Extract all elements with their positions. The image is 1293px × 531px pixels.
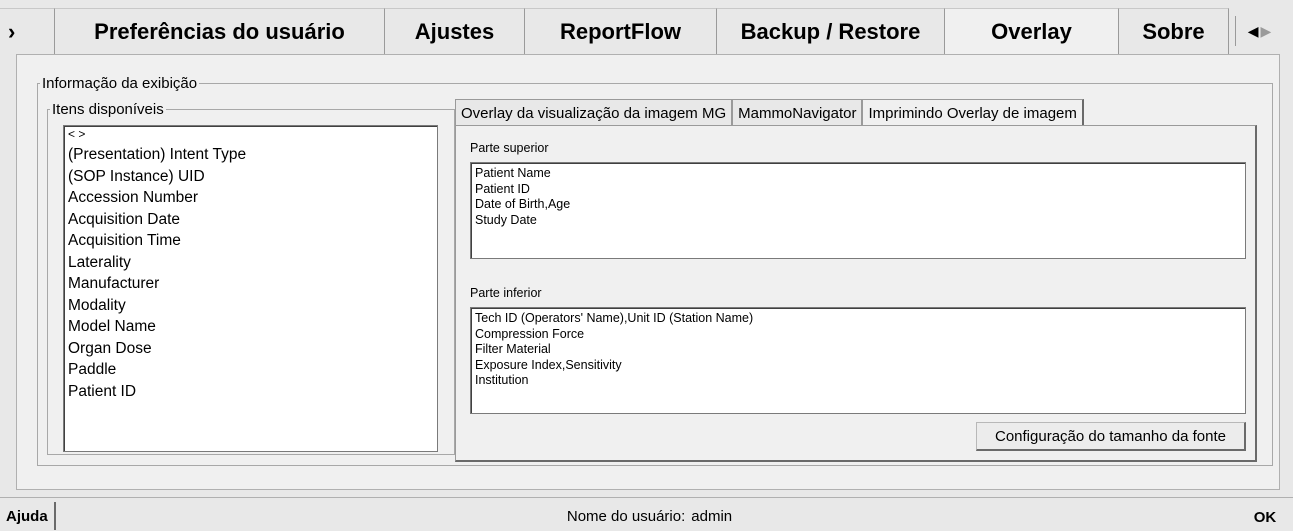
tab-overlay[interactable]: Overlay	[945, 8, 1119, 54]
list-item[interactable]: Institution	[475, 373, 1241, 389]
ok-button[interactable]: OK	[1245, 504, 1285, 530]
list-item[interactable]: Compression Force	[475, 327, 1241, 343]
user-label: Nome do usuário:	[566, 508, 686, 525]
list-item[interactable]: Patient ID	[68, 381, 433, 403]
tab-label: ›	[8, 18, 16, 44]
list-item[interactable]: (Presentation) Intent Type	[68, 144, 433, 166]
list-item[interactable]: (SOP Instance) UID	[68, 166, 433, 188]
tab-label: Overlay	[991, 18, 1072, 44]
display-info-legend: Informação da exibição	[40, 75, 200, 92]
tab-settings[interactable]: Ajustes	[385, 8, 525, 54]
upper-part-list[interactable]: Patient Name Patient ID Date of Birth,Ag…	[470, 162, 1246, 259]
tab-label: Ajustes	[414, 18, 495, 44]
tab-reportflow[interactable]: ReportFlow	[525, 8, 717, 54]
subtab-mg-image-overlay[interactable]: Overlay da visualização da imagem MG	[455, 99, 733, 126]
user-info: Nome do usuário: admin	[0, 508, 1293, 525]
list-item[interactable]: Laterality	[68, 252, 433, 274]
list-item[interactable]: Filter Material	[475, 342, 1241, 358]
overlay-subtabs: Overlay da visualização da imagem MG Mam…	[455, 99, 1084, 126]
list-item[interactable]: Patient Name	[475, 166, 1241, 182]
tab-label: ReportFlow	[560, 18, 681, 44]
list-item[interactable]: Organ Dose	[68, 338, 433, 360]
overlay-panel: Informação da exibição Itens disponíveis…	[16, 54, 1280, 490]
list-item[interactable]: Study Date	[475, 213, 1241, 229]
main-tab-bar: › Preferências do usuário Ajustes Report…	[0, 8, 1293, 54]
list-item[interactable]: Exposure Index,Sensitivity	[475, 358, 1241, 374]
status-bar: Ajuda Nome do usuário: admin OK	[0, 497, 1293, 531]
tab-scroll-controls: ◀ ▶	[1235, 16, 1283, 46]
list-item[interactable]: Manufacturer	[68, 273, 433, 295]
upper-part-label: Parte superior	[470, 141, 549, 155]
lower-part-list[interactable]: Tech ID (Operators' Name),Unit ID (Stati…	[470, 307, 1246, 414]
user-value: admin	[691, 508, 733, 525]
tab-backup-restore[interactable]: Backup / Restore	[717, 8, 945, 54]
tab-about[interactable]: Sobre	[1119, 8, 1229, 54]
list-item[interactable]: Acquisition Date	[68, 209, 433, 231]
list-item[interactable]: Acquisition Time	[68, 230, 433, 252]
subtab-print-overlay[interactable]: Imprimindo Overlay de imagem	[862, 99, 1084, 126]
print-overlay-panel: Parte superior Patient Name Patient ID D…	[455, 125, 1257, 462]
tab-label: Preferências do usuário	[94, 18, 345, 44]
scroll-right-icon[interactable]: ▶	[1261, 24, 1272, 38]
available-items-list[interactable]: < > (Presentation) Intent Type (SOP Inst…	[63, 125, 438, 452]
list-item[interactable]: Model Name	[68, 316, 433, 338]
lower-part-label: Parte inferior	[470, 286, 542, 300]
subtab-mammonavigator[interactable]: MammoNavigator	[732, 99, 863, 126]
list-item[interactable]: Date of Birth,Age	[475, 197, 1241, 213]
tab-label: Sobre	[1142, 18, 1205, 44]
tab-label: Backup / Restore	[740, 18, 921, 44]
list-item[interactable]: Modality	[68, 295, 433, 317]
list-item[interactable]: Tech ID (Operators' Name),Unit ID (Stati…	[475, 311, 1241, 327]
list-item[interactable]: < >	[68, 128, 433, 141]
tab-user-preferences[interactable]: Preferências do usuário	[55, 8, 385, 54]
scroll-left-icon[interactable]: ◀	[1248, 24, 1259, 38]
list-item[interactable]: Paddle	[68, 359, 433, 381]
available-items-legend: Itens disponíveis	[50, 101, 166, 118]
tab-previous-partial[interactable]: ›	[0, 8, 55, 54]
font-size-settings-button[interactable]: Configuração do tamanho da fonte	[976, 422, 1246, 451]
list-item[interactable]: Patient ID	[475, 182, 1241, 198]
list-item[interactable]: Accession Number	[68, 187, 433, 209]
